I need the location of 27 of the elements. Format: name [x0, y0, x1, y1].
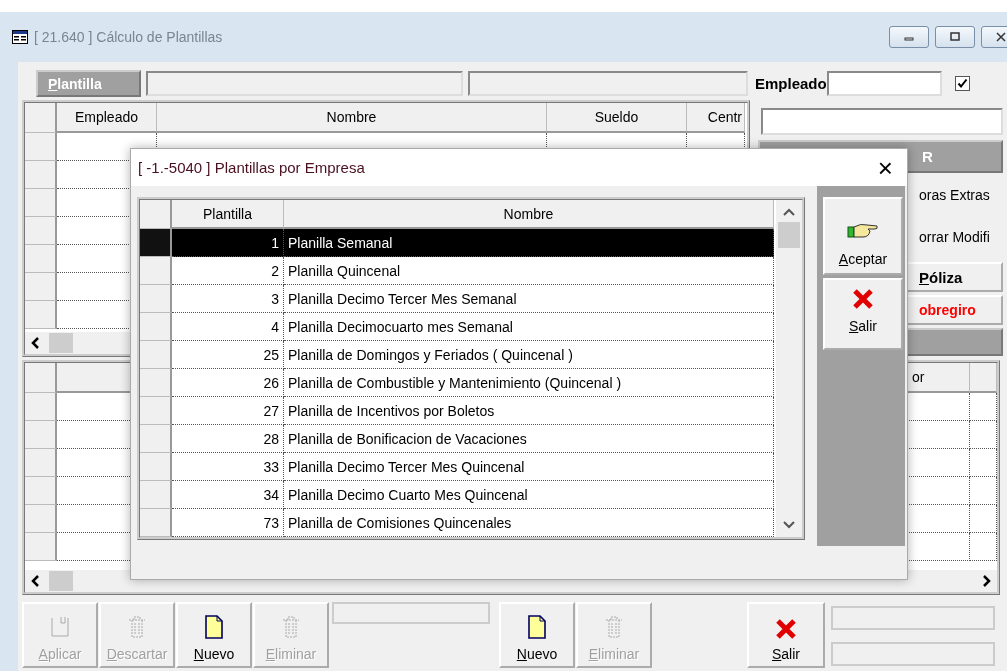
- table-cell: Planilla Decimo Tercer Mes Quincenal: [284, 453, 774, 481]
- table-cell: Planilla Decimo Cuarto Mes Quincenal: [284, 481, 774, 509]
- option-label: oras Extras: [919, 187, 991, 205]
- table-cell: Planilla Decimo Tercer Mes Semanal: [284, 285, 774, 313]
- dialog-title: [ -1.-5040 ] Plantillas por Empresa: [138, 159, 365, 176]
- table-cell: Planilla de Bonificacion de Vacaciones: [284, 425, 774, 453]
- table-cell: Planilla de Combustible y Mantenimiento (Quincenal ): [284, 369, 774, 397]
- table-cell: 33: [172, 453, 284, 481]
- table-cell: Planilla Decimocuarto mes Semanal: [284, 313, 774, 341]
- table-cell: 73: [172, 509, 284, 537]
- table-cell: 3: [172, 285, 284, 313]
- table-cell: 27: [172, 397, 284, 425]
- table-cell: 1: [172, 229, 284, 257]
- employee-label: Empleado: [755, 75, 827, 92]
- table-cell: 34: [172, 481, 284, 509]
- table-cell: 4: [172, 313, 284, 341]
- table-cell: 2: [172, 257, 284, 285]
- table-cell: 25: [172, 341, 284, 369]
- option-label: orrar Modifi: [919, 229, 991, 247]
- table-cell: Planilla Quincenal: [284, 257, 774, 285]
- table-cell: Planilla de Incentivos por Boletos: [284, 397, 774, 425]
- table-cell: Planilla de Comisiones Quincenales: [284, 509, 774, 537]
- table-cell: 26: [172, 369, 284, 397]
- table-cell: Planilla Semanal: [284, 229, 774, 257]
- window-title: [ 21.640 ] Cálculo de Plantillas: [34, 29, 223, 45]
- table-cell: Planilla de Domingos y Feriados ( Quincenal ): [284, 341, 774, 369]
- table-cell: 28: [172, 425, 284, 453]
